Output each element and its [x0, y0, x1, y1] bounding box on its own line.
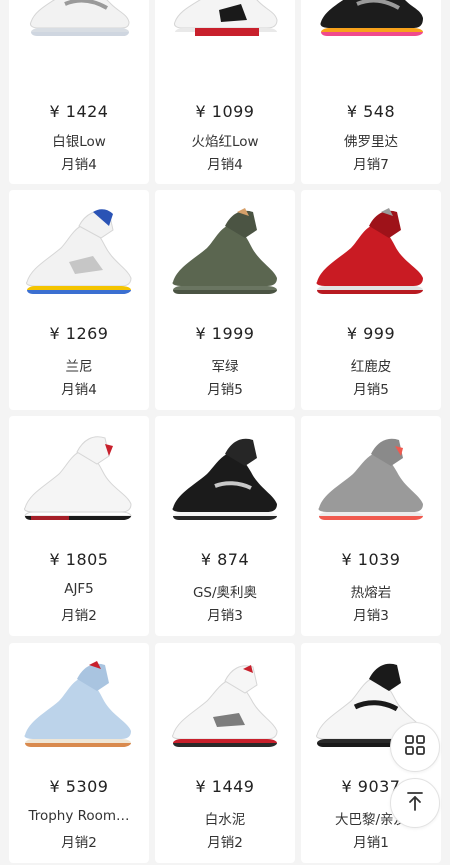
- product-card[interactable]: ¥ 1805 AJF5 月销2: [9, 416, 149, 636]
- product-image: [301, 0, 441, 76]
- back-to-top-button[interactable]: [390, 778, 440, 828]
- product-name: AJF5: [64, 581, 94, 597]
- product-image: [155, 0, 295, 76]
- product-price: ¥ 1805: [49, 550, 109, 569]
- product-sales: 月销7: [353, 157, 389, 173]
- product-card[interactable]: ¥ 1269 兰尼 月销4: [9, 190, 149, 410]
- product-card[interactable]: ¥ 999 红鹿皮 月销5: [301, 190, 441, 410]
- product-image: [301, 416, 441, 528]
- product-price: ¥ 1039: [341, 550, 401, 569]
- product-card[interactable]: ¥ 5309 Trophy Room… 月销2: [9, 643, 149, 863]
- product-image: [9, 0, 149, 76]
- product-name: GS/奥利奥: [192, 585, 258, 601]
- product-card[interactable]: ¥ 1999 军绿 月销5: [155, 190, 295, 410]
- product-image: [155, 643, 295, 755]
- product-sales: 月销2: [61, 608, 97, 624]
- product-price: ¥ 5309: [49, 777, 109, 796]
- product-card[interactable]: ¥ 874 GS/奥利奥 月销3: [155, 416, 295, 636]
- product-sales: 月销3: [353, 608, 389, 624]
- product-price: ¥ 1424: [49, 102, 109, 121]
- product-sales: 月销4: [61, 382, 97, 398]
- sneaker-icon: [30, 0, 130, 36]
- product-price: ¥ 1099: [195, 102, 255, 121]
- product-name: 红鹿皮: [350, 359, 392, 375]
- product-name: 火焰红Low: [191, 134, 259, 150]
- product-sales: 月销3: [207, 608, 243, 624]
- product-sales: 月销2: [207, 835, 243, 851]
- product-name: 军绿: [211, 359, 239, 375]
- product-image: [9, 190, 149, 302]
- grid-icon: [404, 734, 426, 760]
- product-image: [301, 190, 441, 302]
- product-name: 兰尼: [65, 359, 93, 375]
- product-name: 白水泥: [204, 812, 246, 828]
- product-price: ¥ 1269: [49, 324, 109, 343]
- product-card[interactable]: ¥ 548 佛罗里达 月销7: [301, 0, 441, 184]
- product-price: ¥ 548: [346, 102, 396, 121]
- product-sales: 月销5: [207, 382, 243, 398]
- product-name: Trophy Room…: [28, 808, 130, 824]
- category-grid-button[interactable]: [390, 722, 440, 772]
- product-name: 热熔岩: [350, 585, 392, 601]
- product-name: 佛罗里达: [344, 134, 398, 150]
- product-image: [155, 416, 295, 528]
- product-image: [155, 190, 295, 302]
- product-sales: 月销4: [207, 157, 243, 173]
- product-sales: 月销4: [61, 157, 97, 173]
- product-sales: 月销2: [61, 835, 97, 851]
- product-image: [9, 416, 149, 528]
- product-sales: 月销1: [353, 835, 389, 851]
- product-card[interactable]: ¥ 1099 火焰红Low 月销4: [155, 0, 295, 184]
- product-image: [9, 643, 149, 755]
- product-price: ¥ 999: [346, 324, 396, 343]
- product-name: 白银Low: [52, 134, 106, 150]
- product-card[interactable]: ¥ 1449 白水泥 月销2: [155, 643, 295, 863]
- product-sales: 月销5: [353, 382, 389, 398]
- product-price: ¥ 1999: [195, 324, 255, 343]
- product-card[interactable]: ¥ 1424 白银Low 月销4: [9, 0, 149, 184]
- product-price: ¥ 1449: [195, 777, 255, 796]
- product-grid: ¥ 1424 白银Low 月销4 ¥ 1099 火焰红Low 月销4 ¥ 548…: [0, 0, 450, 865]
- product-card[interactable]: ¥ 1039 热熔岩 月销3: [301, 416, 441, 636]
- product-price: ¥ 874: [200, 550, 250, 569]
- arrow-up-icon: [404, 790, 426, 816]
